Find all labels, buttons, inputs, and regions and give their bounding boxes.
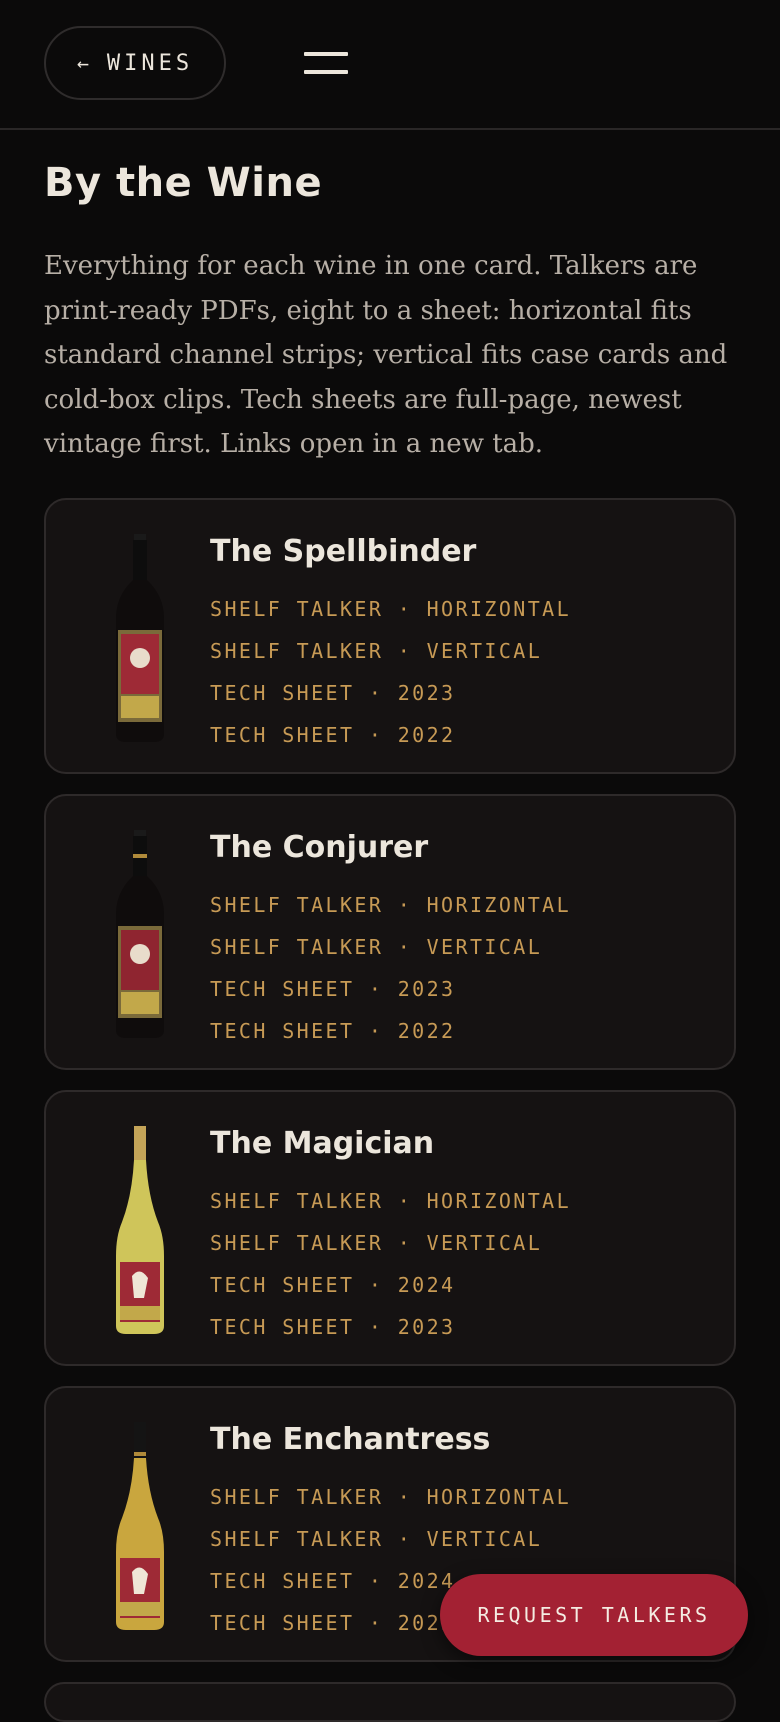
back-button-label: WINES	[106, 50, 194, 76]
tech-sheet-link[interactable]: TECH SHEET · 2023	[210, 672, 571, 714]
shelf-talker-horizontal-link[interactable]: SHELF TALKER · HORIZONTAL	[210, 1180, 571, 1222]
wine-card: The Spellbinder SHELF TALKER · HORIZONTA…	[44, 498, 736, 774]
wine-card: The Conjurer SHELF TALKER · HORIZONTAL S…	[44, 794, 736, 1070]
wine-card: The Magician SHELF TALKER · HORIZONTAL S…	[44, 1090, 736, 1366]
tech-sheet-link[interactable]: TECH SHEET · 2022	[210, 714, 571, 756]
tech-sheet-link[interactable]: TECH SHEET · 2023	[210, 968, 571, 1010]
wine-name: The Magician	[210, 1126, 435, 1161]
wine-bottle-image	[116, 1422, 164, 1630]
back-to-wines-button[interactable]: ← WINES	[44, 26, 226, 100]
download-links: SHELF TALKER · HORIZONTAL SHELF TALKER ·…	[210, 884, 571, 1052]
shelf-talker-horizontal-link[interactable]: SHELF TALKER · HORIZONTAL	[210, 1476, 571, 1518]
wine-bottle-image	[116, 830, 164, 1038]
wine-bottle-image	[116, 1126, 164, 1334]
shelf-talker-vertical-link[interactable]: SHELF TALKER · VERTICAL	[210, 1518, 571, 1560]
tech-sheet-link[interactable]: TECH SHEET · 2023	[210, 1306, 571, 1348]
shelf-talker-horizontal-link[interactable]: SHELF TALKER · HORIZONTAL	[210, 884, 571, 926]
download-links: SHELF TALKER · HORIZONTAL SHELF TALKER ·…	[210, 588, 571, 756]
shelf-talker-vertical-link[interactable]: SHELF TALKER · VERTICAL	[210, 926, 571, 968]
wine-name: The Enchantress	[210, 1422, 491, 1457]
request-talkers-button[interactable]: REQUEST TALKERS	[440, 1574, 748, 1656]
wine-bottle-image	[116, 534, 164, 742]
intro-paragraph: Everything for each wine in one card. Ta…	[44, 251, 728, 459]
tech-sheet-link[interactable]: TECH SHEET · 2024	[210, 1264, 571, 1306]
arrow-left-icon: ←	[76, 51, 93, 75]
wine-name: The Conjurer	[210, 830, 429, 865]
wine-name: The Spellbinder	[210, 534, 477, 569]
shelf-talker-vertical-link[interactable]: SHELF TALKER · VERTICAL	[210, 630, 571, 672]
shelf-talker-vertical-link[interactable]: SHELF TALKER · VERTICAL	[210, 1222, 571, 1264]
tech-sheet-link[interactable]: TECH SHEET · 2022	[210, 1010, 571, 1052]
top-bar: ← WINES	[0, 0, 780, 130]
hamburger-icon[interactable]	[304, 50, 348, 76]
page-title: By the Wine	[44, 160, 323, 206]
shelf-talker-horizontal-link[interactable]: SHELF TALKER · HORIZONTAL	[210, 588, 571, 630]
download-links: SHELF TALKER · HORIZONTAL SHELF TALKER ·…	[210, 1180, 571, 1348]
next-wine-card	[44, 1682, 736, 1722]
